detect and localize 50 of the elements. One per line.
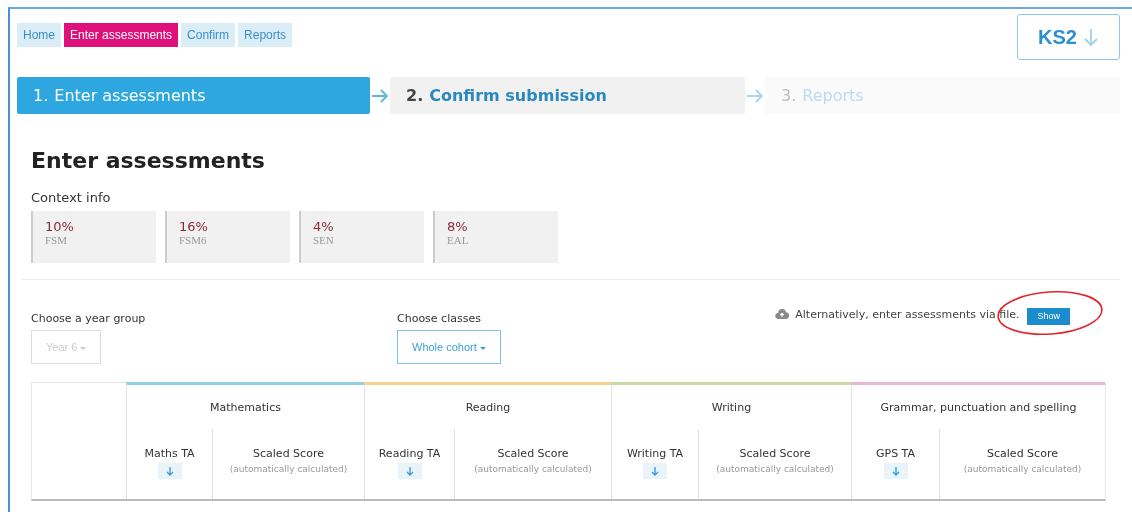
field-label: Choose classes bbox=[397, 312, 481, 325]
field-label: Choose a year group bbox=[31, 312, 146, 325]
page-heading: Enter assessments bbox=[31, 148, 266, 173]
stat-value: 4% bbox=[313, 219, 334, 234]
stat-value: 10% bbox=[45, 219, 74, 234]
arrow-down-icon bbox=[1082, 27, 1099, 47]
column-header: Scaled Score bbox=[253, 447, 324, 460]
arrow-down-icon bbox=[405, 466, 414, 476]
stat-label: SEN bbox=[313, 234, 334, 246]
step-tab[interactable]: 2. Confirm submission bbox=[390, 77, 745, 114]
fill-down-button[interactable] bbox=[157, 463, 182, 479]
column-header: Maths TA bbox=[144, 447, 195, 460]
column-note: (automatically calculated) bbox=[474, 464, 592, 474]
column-note: (automatically calculated) bbox=[963, 464, 1082, 474]
arrow-right-icon bbox=[746, 88, 764, 103]
column-header: Scaled Score bbox=[497, 447, 569, 460]
column-group-header: Mathematics bbox=[210, 400, 281, 414]
classes-dropdown[interactable]: Whole cohort bbox=[397, 330, 501, 364]
column-header: Scaled Score bbox=[987, 447, 1058, 460]
nav-tab[interactable]: Home bbox=[17, 23, 61, 47]
column-header: Writing TA bbox=[626, 447, 684, 460]
nav-tab[interactable]: Reports bbox=[238, 23, 293, 47]
column-header: GPS TA bbox=[876, 447, 915, 460]
step-tab[interactable]: 1. Enter assessments bbox=[17, 77, 370, 114]
cloud-upload-icon bbox=[775, 309, 790, 320]
column-note: (automatically calculated) bbox=[229, 464, 348, 474]
fill-down-button[interactable] bbox=[643, 463, 667, 479]
upload-hint: Alternatively, enter assessments via file. bbox=[795, 307, 1020, 321]
stat-label: FSM6 bbox=[179, 234, 207, 246]
column-note: (automatically calculated) bbox=[716, 464, 834, 474]
column-group-header: Writing bbox=[711, 400, 752, 414]
stat-value: 8% bbox=[447, 219, 468, 234]
stat-label: EAL bbox=[447, 234, 469, 246]
arrow-right-icon bbox=[371, 88, 389, 103]
fill-down-button[interactable] bbox=[397, 463, 422, 479]
arrow-down-icon bbox=[891, 466, 900, 476]
stat-label: FSM bbox=[45, 234, 68, 246]
show-button[interactable]: Show bbox=[1027, 307, 1070, 325]
stage-dropdown[interactable]: KS2 bbox=[1017, 14, 1120, 60]
arrow-down-icon bbox=[165, 466, 174, 476]
column-group-header: Grammar, punctuation and spelling bbox=[880, 400, 1077, 414]
column-header: Reading TA bbox=[378, 447, 441, 460]
section-title: Context info bbox=[31, 190, 112, 205]
nav-tab[interactable]: Confirm bbox=[181, 23, 236, 47]
column-group-header: Reading bbox=[465, 400, 511, 414]
nav-tab[interactable]: Enter assessments bbox=[64, 23, 179, 47]
arrow-down-icon bbox=[651, 466, 659, 476]
column-header: Scaled Score bbox=[739, 447, 811, 460]
fill-down-button[interactable] bbox=[883, 463, 908, 479]
stat-value: 16% bbox=[179, 219, 208, 234]
